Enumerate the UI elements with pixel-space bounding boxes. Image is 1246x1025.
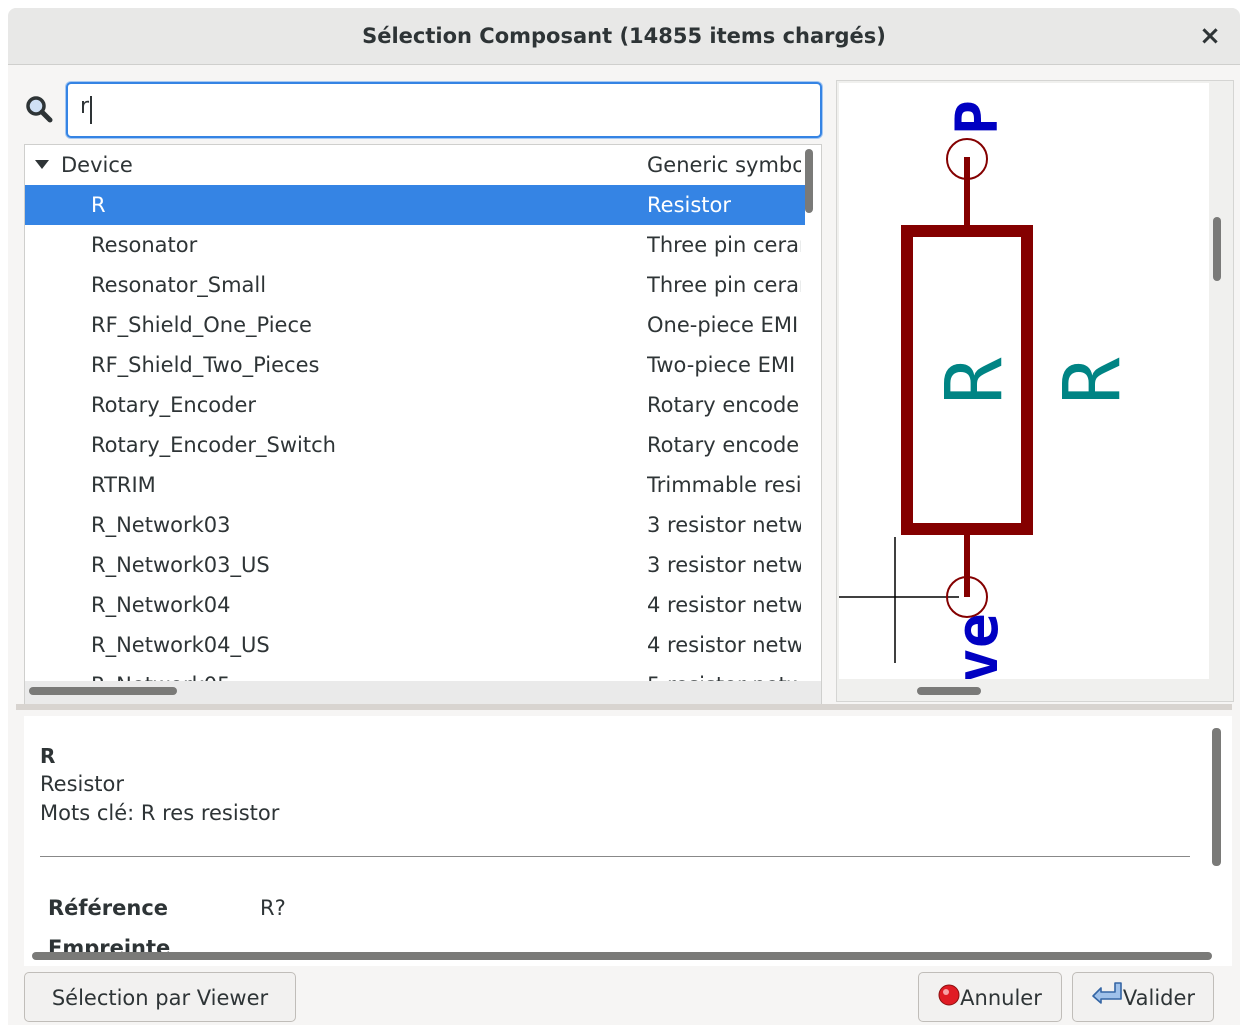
tree-row[interactable]: R Resistor bbox=[25, 185, 805, 225]
details-reference-label: Référence bbox=[48, 896, 169, 920]
tree-row[interactable]: Rotary_Encoder_Switch Rotary encoder bbox=[25, 425, 805, 465]
close-button[interactable]: × bbox=[1194, 20, 1226, 52]
symbol-desc: Trimmable resistor bbox=[647, 473, 801, 497]
tree-row[interactable]: Resonator_Small Three pin ceramic resona… bbox=[25, 265, 805, 305]
tree-row[interactable]: R_Network03_US 3 resistor network bbox=[25, 545, 805, 585]
symbol-desc: Two-piece EMI RF shielding cabinet bbox=[647, 353, 801, 377]
title-bar: Sélection Composant (14855 items chargés… bbox=[8, 8, 1240, 65]
cancel-button-label: Annuler bbox=[960, 986, 1042, 1010]
symbol-desc: Resistor bbox=[647, 193, 731, 217]
details-horizontal-scrollbar[interactable] bbox=[32, 952, 1212, 960]
symbol-name: R_Network03 bbox=[91, 513, 231, 537]
tree-horizontal-scrollbar[interactable] bbox=[29, 687, 177, 695]
symbol-desc: 3 resistor network bbox=[647, 513, 801, 537]
details-reference-value: R? bbox=[260, 896, 286, 920]
symbol-desc: Rotary encoder bbox=[647, 433, 801, 457]
details-vertical-scrollbar[interactable] bbox=[1212, 728, 1221, 866]
details-keywords: Mots clé: R res resistor bbox=[40, 801, 280, 825]
preview-horizontal-scrollbar[interactable] bbox=[917, 687, 981, 695]
expander-down-icon[interactable] bbox=[35, 160, 49, 169]
tree-row[interactable]: RF_Shield_Two_Pieces Two-piece EMI RF sh… bbox=[25, 345, 805, 385]
value-text: R bbox=[1048, 357, 1138, 404]
symbol-name: Rotary_Encoder_Switch bbox=[91, 433, 336, 457]
tree-row[interactable]: R_Network03 3 resistor network bbox=[25, 505, 805, 545]
symbol-name: RF_Shield_One_Piece bbox=[91, 313, 312, 337]
tree-row[interactable]: Rotary_Encoder Rotary encoder bbox=[25, 385, 805, 425]
symbol-preview-panel: R R P ve bbox=[836, 80, 1234, 702]
symbol-name: R_Network04 bbox=[91, 593, 231, 617]
symbol-desc: Three pin ceramic resonator bbox=[647, 233, 801, 257]
preview-vertical-scrollbar[interactable] bbox=[1213, 217, 1221, 281]
details-description: Resistor bbox=[40, 772, 124, 796]
tree-row[interactable]: RTRIM Trimmable resistor bbox=[25, 465, 805, 505]
search-input[interactable]: r bbox=[66, 82, 822, 138]
search-icon bbox=[24, 94, 54, 124]
symbol-name: R bbox=[91, 193, 106, 217]
reference-text: R bbox=[930, 357, 1020, 404]
pin-1-name-text: P bbox=[943, 100, 1011, 135]
symbol-preview-canvas: R R P ve bbox=[839, 83, 1209, 679]
symbol-desc: Three pin ceramic resonator bbox=[647, 273, 801, 297]
symbol-name: RTRIM bbox=[91, 473, 156, 497]
tree-row[interactable]: R_Network04_US 4 resistor network bbox=[25, 625, 805, 665]
symbol-name: R_Network03_US bbox=[91, 553, 270, 577]
symbol-name: RF_Shield_Two_Pieces bbox=[91, 353, 320, 377]
details-symbol-name: R bbox=[40, 744, 56, 768]
cancel-icon bbox=[938, 974, 960, 1024]
tree-row[interactable]: Resonator Three pin ceramic resonator bbox=[25, 225, 805, 265]
pane-splitter[interactable] bbox=[16, 704, 1232, 710]
select-by-viewer-button[interactable]: Sélection par Viewer bbox=[24, 972, 296, 1022]
tree-group-device[interactable]: Device Generic symbols bbox=[25, 145, 805, 185]
symbol-tree[interactable]: Device Generic symbols R Resistor Resona… bbox=[24, 144, 822, 706]
symbol-name: Resonator_Small bbox=[91, 273, 267, 297]
tree-row[interactable]: RF_Shield_One_Piece One-piece EMI RF shi… bbox=[25, 305, 805, 345]
text-cursor bbox=[90, 96, 92, 124]
symbol-name: R_Network04_US bbox=[91, 633, 270, 657]
dialog-title: Sélection Composant (14855 items chargés… bbox=[362, 24, 886, 48]
symbol-desc: Rotary encoder bbox=[647, 393, 801, 417]
symbol-desc: 3 resistor network bbox=[647, 553, 801, 577]
details-divider bbox=[40, 856, 1190, 857]
cancel-button[interactable]: Annuler bbox=[918, 972, 1062, 1022]
pin-2-name-text: ve bbox=[943, 613, 1011, 679]
search-input-value: r bbox=[80, 94, 90, 119]
symbol-name: Rotary_Encoder bbox=[91, 393, 257, 417]
tree-vertical-scrollbar[interactable] bbox=[805, 149, 813, 213]
tree-row[interactable]: R_Network04 4 resistor network bbox=[25, 585, 805, 625]
symbol-chooser-dialog: Sélection Composant (14855 items chargés… bbox=[8, 8, 1240, 1025]
group-name: Device bbox=[61, 153, 133, 177]
symbol-name: Resonator bbox=[91, 233, 198, 257]
group-desc: Generic symbols bbox=[647, 153, 801, 177]
symbol-desc: 4 resistor network bbox=[647, 633, 801, 657]
enter-arrow-icon bbox=[1091, 974, 1123, 1024]
symbol-desc: One-piece EMI RF shielding cabinet bbox=[647, 313, 801, 337]
ok-button[interactable]: Valider bbox=[1072, 972, 1214, 1022]
ok-button-label: Valider bbox=[1122, 986, 1196, 1010]
symbol-desc: 4 resistor network bbox=[647, 593, 801, 617]
symbol-details-panel: R Resistor Mots clé: R res resistor Réfé… bbox=[24, 716, 1232, 966]
